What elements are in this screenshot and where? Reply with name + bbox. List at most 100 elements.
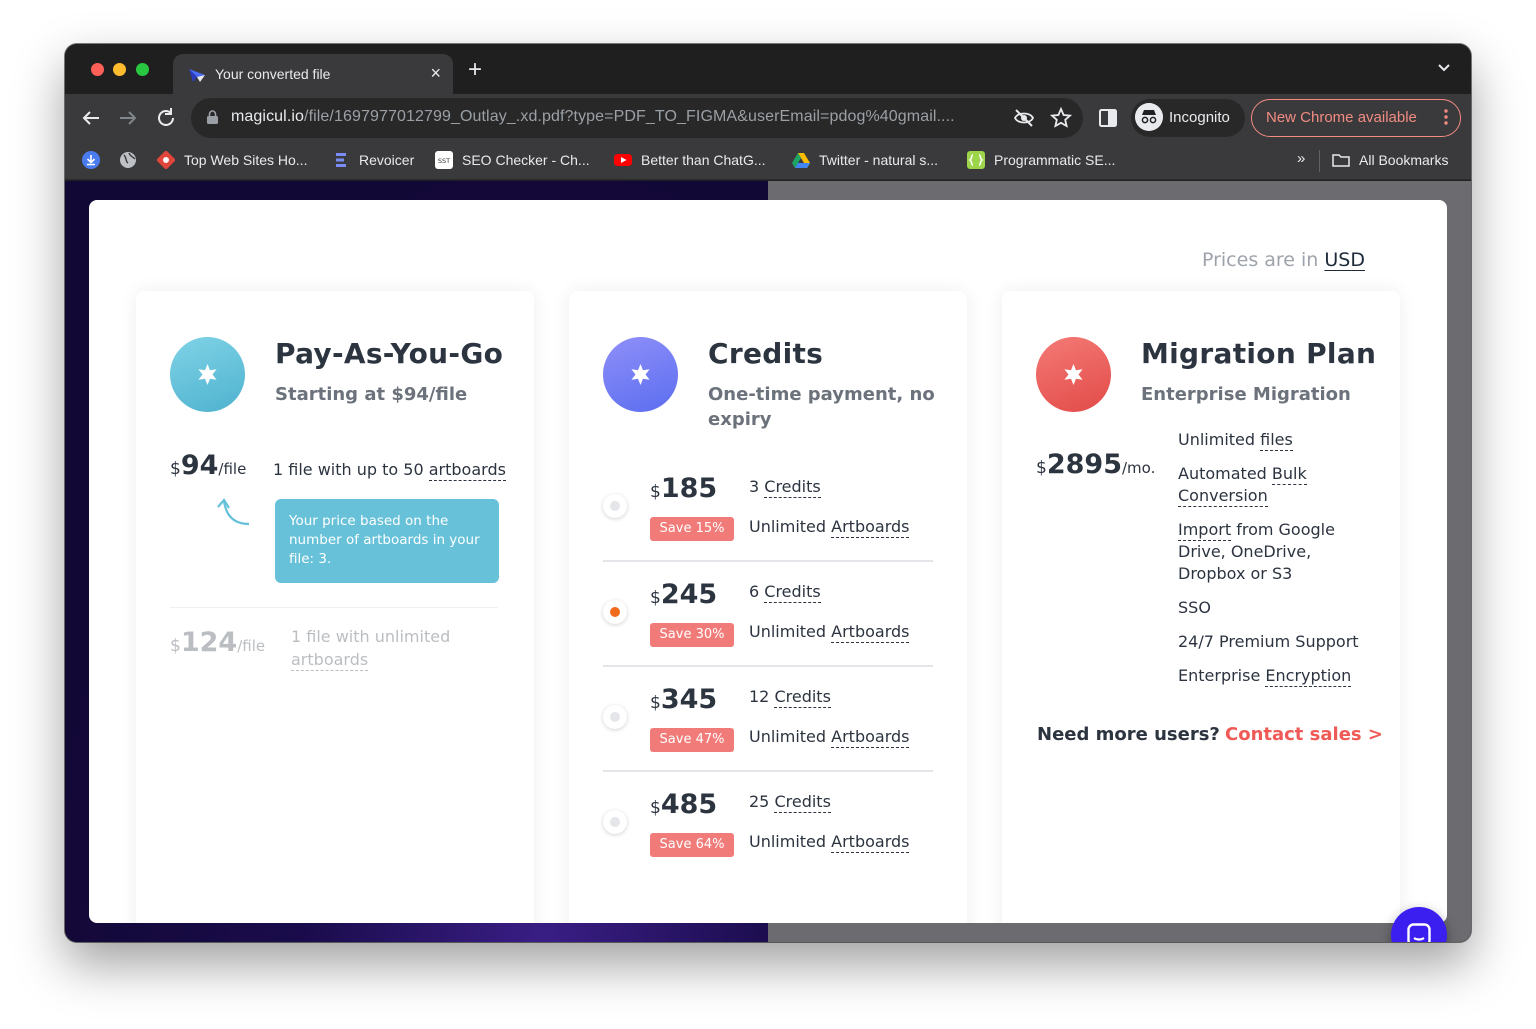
payg-unlimited-description: 1 file with unlimited artboards [291, 627, 451, 671]
bookmark-item[interactable]: Revoicer [332, 149, 414, 171]
bookmark-item[interactable]: Top Web Sites Ho... [157, 149, 307, 171]
incognito-indicator[interactable]: Incognito [1131, 99, 1245, 137]
artboards-link[interactable]: Artboards [831, 832, 910, 853]
currency-selector[interactable]: USD [1324, 249, 1365, 271]
credit-option-radio[interactable] [603, 705, 627, 729]
currency-note: Prices are in USD [1201, 249, 1365, 271]
credits-link[interactable]: Credits [774, 687, 831, 708]
url-path: /file/1697977012799_Outlay_.xd.pdf?type=… [304, 108, 955, 125]
plan-card-migration: Migration Plan Enterprise Migration $289… [1002, 291, 1400, 923]
credit-option-radio[interactable] [603, 810, 627, 834]
credit-count: 25 Credits [749, 792, 831, 813]
browser-toolbar: magicul.io/file/1697977012799_Outlay_.xd… [65, 94, 1471, 142]
credit-option-radio-selected[interactable] [603, 600, 627, 624]
save-badge: Save 64% [650, 833, 734, 857]
contact-sales-link[interactable]: Contact sales > [1225, 724, 1383, 745]
star-icon [1036, 337, 1111, 412]
credit-artboards: Unlimited Artboards [749, 517, 910, 538]
credit-artboards: Unlimited Artboards [749, 727, 910, 748]
payg-option-description: 1 file with up to 50 artboards [273, 460, 506, 481]
divider [603, 665, 933, 667]
bookmark-item[interactable]: Twitter - natural s... [792, 149, 938, 171]
programmatic-seo-icon [967, 151, 985, 169]
incognito-icon [1135, 103, 1163, 131]
files-link[interactable]: files [1260, 430, 1293, 451]
page-content: Prices are in USD Pay-As-You-Go Starting… [65, 181, 1471, 942]
plan-card-payg: Pay-As-You-Go Starting at $94/file $94/f… [136, 291, 534, 923]
globe-icon [120, 152, 136, 168]
svg-text:SST: SST [438, 157, 450, 165]
lock-icon[interactable] [207, 110, 218, 124]
save-badge: Save 47% [650, 728, 734, 752]
close-window-button[interactable] [91, 63, 104, 76]
import-link[interactable]: Import [1178, 520, 1232, 541]
url-host: magicul.io [231, 108, 305, 125]
chevron-down-icon[interactable] [1437, 61, 1451, 75]
curved-arrow-icon [217, 498, 250, 526]
web-sites-icon [157, 151, 175, 169]
folder-icon [1332, 154, 1350, 167]
credit-count: 12 Credits [749, 687, 831, 708]
feature-item: Enterprise Encryption [1178, 666, 1352, 687]
artboards-link[interactable]: artboards [428, 460, 506, 481]
payg-price[interactable]: $94/file [170, 450, 246, 481]
bookmarks-divider [1319, 150, 1320, 172]
browser-window: Your converted file × + magicul.io/file/… [65, 44, 1471, 942]
bookmark-item[interactable]: SST SEO Checker - Ch... [435, 149, 590, 171]
plan-title: Pay-As-You-Go [275, 337, 504, 370]
more-users-label: Need more users? [1037, 724, 1220, 745]
artboards-link[interactable]: Artboards [831, 622, 910, 643]
magicul-favicon-icon [189, 69, 205, 82]
credit-option-radio[interactable] [603, 494, 627, 518]
minimize-window-button[interactable] [113, 63, 126, 76]
new-tab-button[interactable]: + [468, 58, 482, 82]
url-text[interactable]: magicul.io/file/1697977012799_Outlay_.xd… [231, 108, 955, 126]
side-panel-icon[interactable] [1099, 109, 1117, 127]
chat-icon [1407, 923, 1431, 942]
bookmark-item[interactable] [119, 149, 146, 171]
all-bookmarks-button[interactable]: All Bookmarks [1332, 149, 1448, 171]
credit-count: 6 Credits [749, 582, 821, 603]
eye-off-icon[interactable] [1013, 107, 1035, 129]
artboards-link[interactable]: Artboards [831, 517, 910, 538]
encryption-link[interactable]: Encryption [1265, 666, 1352, 687]
feature-item: SSO [1178, 598, 1211, 617]
artboard-price-tooltip: Your price based on the number of artboa… [275, 499, 499, 583]
forward-arrow-icon[interactable] [116, 106, 140, 130]
payg-unlimited-price: $124/file [170, 627, 266, 658]
revoicer-icon [336, 153, 346, 167]
chrome-update-button[interactable]: New Chrome available [1251, 99, 1461, 137]
credits-link[interactable]: Credits [764, 582, 821, 603]
bookmark-item[interactable]: Programmatic SE... [967, 149, 1115, 171]
back-arrow-icon[interactable] [79, 106, 103, 130]
credit-price: $185 [650, 473, 718, 504]
seo-checker-icon: SST [435, 151, 453, 169]
address-bar[interactable]: magicul.io/file/1697977012799_Outlay_.xd… [191, 98, 1083, 138]
bookmark-star-icon[interactable] [1050, 107, 1072, 129]
credits-link[interactable]: Credits [764, 477, 821, 498]
youtube-icon [614, 154, 632, 166]
artboards-link[interactable]: artboards [291, 650, 369, 671]
tab-close-icon[interactable]: × [430, 63, 441, 83]
divider [170, 607, 498, 608]
artboards-link[interactable]: Artboards [831, 727, 910, 748]
bookmarks-overflow-button[interactable]: » [1297, 150, 1305, 167]
download-bookmark-icon [82, 151, 100, 169]
bookmark-item[interactable] [82, 149, 109, 171]
divider [603, 560, 933, 562]
feature-item: 24/7 Premium Support [1178, 632, 1359, 651]
credits-link[interactable]: Credits [774, 792, 831, 813]
feature-item: Automated Bulk Conversion [1178, 464, 1307, 507]
credit-price: $245 [650, 579, 718, 610]
plan-card-credits: Credits One-time payment, no expiry $185… [569, 291, 967, 923]
reload-icon[interactable] [154, 106, 178, 130]
save-badge: Save 30% [650, 623, 734, 647]
credit-price: $345 [650, 684, 718, 715]
migration-price: $2895/mo. [1036, 449, 1156, 480]
maximize-window-button[interactable] [136, 63, 149, 76]
credit-count: 3 Credits [749, 477, 821, 498]
plan-subtitle: Starting at $94/file [275, 384, 468, 405]
bookmark-item[interactable]: Better than ChatG... [614, 149, 766, 171]
more-vertical-icon[interactable] [1444, 108, 1448, 126]
tab-active[interactable]: Your converted file × [173, 54, 453, 94]
